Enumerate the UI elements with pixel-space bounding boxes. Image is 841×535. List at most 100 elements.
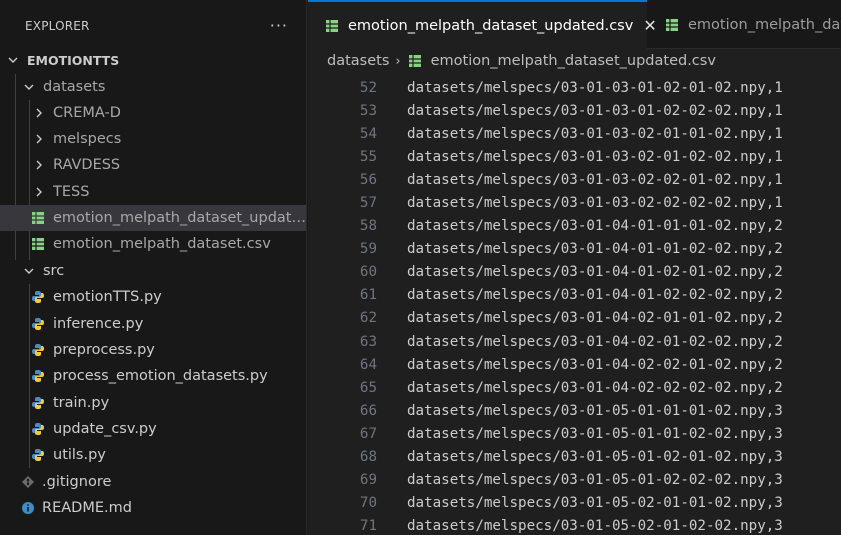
line-number: 56	[359, 171, 377, 188]
line-number: 54	[359, 125, 377, 142]
line-number: 62	[359, 310, 377, 327]
line-text[interactable]: datasets/melspecs/03-01-05-02-01-01-02.n…	[407, 495, 783, 511]
breadcrumb-folder[interactable]: datasets	[327, 53, 389, 69]
tree-file-python[interactable]: inference.py	[0, 311, 306, 337]
line-number: 58	[359, 218, 377, 235]
line-text[interactable]: datasets/melspecs/03-01-04-02-01-01-02.n…	[407, 310, 783, 326]
line-text[interactable]: datasets/melspecs/03-01-03-02-02-02-02.n…	[407, 195, 783, 211]
python-file-icon	[30, 368, 46, 384]
explorer-title: EXPLORER	[25, 19, 90, 33]
tab-emotion-melpath-dataset[interactable]: emotion_melpath_dataset.csv	[648, 0, 841, 49]
tab-label: emotion_melpath_dataset.csv	[688, 16, 841, 33]
tree-file-label: process_emotion_datasets.py	[53, 368, 268, 384]
tree-file-python[interactable]: utils.py	[0, 442, 306, 468]
code-line[interactable]: 60 datasets/melspecs/03-01-04-01-02-01-02…	[308, 261, 841, 284]
line-number: 67	[359, 425, 377, 442]
breadcrumb-file[interactable]: emotion_melpath_dataset_updated.csv	[431, 53, 716, 69]
code-line[interactable]: 70 datasets/melspecs/03-01-05-02-01-01-02…	[308, 492, 841, 515]
chevron-right-icon	[33, 107, 45, 119]
code-line[interactable]: 69 datasets/melspecs/03-01-05-01-02-02-02…	[308, 469, 841, 492]
explorer-sidebar: EXPLORER ··· EMOTIONTTS datasets CREMA-D…	[0, 0, 307, 535]
line-text[interactable]: datasets/melspecs/03-01-05-01-01-01-02.n…	[407, 403, 783, 419]
line-number: 59	[359, 241, 377, 258]
code-line[interactable]: 52 datasets/melspecs/03-01-03-01-02-01-02…	[308, 76, 841, 99]
line-text[interactable]: datasets/melspecs/03-01-03-01-02-01-02.n…	[407, 80, 783, 96]
python-file-icon	[30, 395, 46, 411]
code-line[interactable]: 66 datasets/melspecs/03-01-05-01-01-01-02…	[308, 399, 841, 422]
tree-folder-crema-d[interactable]: CREMA-D	[0, 100, 306, 126]
line-text[interactable]: datasets/melspecs/03-01-03-02-02-01-02.n…	[407, 172, 783, 188]
chevron-down-icon	[23, 265, 35, 277]
line-number: 65	[359, 379, 377, 396]
code-line[interactable]: 53 datasets/melspecs/03-01-03-01-02-02-02…	[308, 99, 841, 122]
tree-file-gitignore[interactable]: .gitignore	[0, 469, 306, 495]
tree-file-readme[interactable]: README.md	[0, 495, 306, 521]
tree-file-python[interactable]: preprocess.py	[0, 337, 306, 363]
breadcrumb-separator: ›	[395, 53, 401, 69]
tree-file-python[interactable]: emotionTTS.py	[0, 284, 306, 310]
line-text[interactable]: datasets/melspecs/03-01-03-02-01-02-02.n…	[407, 149, 783, 165]
code-line[interactable]: 65 datasets/melspecs/03-01-04-02-02-02-02…	[308, 376, 841, 399]
line-text[interactable]: datasets/melspecs/03-01-04-01-01-02-02.n…	[407, 241, 783, 257]
line-text[interactable]: datasets/melspecs/03-01-04-02-02-02-02.n…	[407, 380, 783, 396]
tree-folder-label: melspecs	[53, 131, 122, 147]
breadcrumb: datasets › emotion_melpath_dataset_updat…	[308, 49, 841, 73]
tree-file-python[interactable]: process_emotion_datasets.py	[0, 363, 306, 389]
line-text[interactable]: datasets/melspecs/03-01-05-01-01-02-02.n…	[407, 426, 783, 442]
tree-file-label: train.py	[53, 395, 110, 411]
tree-folder-melspecs[interactable]: melspecs	[0, 126, 306, 152]
tab-emotion-melpath-dataset-updated[interactable]: emotion_melpath_dataset_updated.csv ✕	[308, 0, 657, 49]
line-number: 55	[359, 148, 377, 165]
code-line[interactable]: 54 datasets/melspecs/03-01-03-02-01-01-02…	[308, 122, 841, 145]
line-number: 71	[359, 518, 377, 535]
tree-file-csv-original[interactable]: emotion_melpath_dataset.csv	[0, 231, 306, 257]
csv-file-icon	[664, 17, 680, 33]
code-line[interactable]: 67 datasets/melspecs/03-01-05-01-01-02-02…	[308, 422, 841, 445]
info-icon	[20, 500, 36, 516]
tree-folder-ravdess[interactable]: RAVDESS	[0, 152, 306, 178]
line-text[interactable]: datasets/melspecs/03-01-05-02-01-02-02.n…	[407, 518, 783, 534]
code-line[interactable]: 55 datasets/melspecs/03-01-03-02-01-02-02…	[308, 145, 841, 168]
tree-folder-tess[interactable]: TESS	[0, 179, 306, 205]
csv-file-icon	[407, 53, 423, 69]
line-number: 57	[359, 195, 377, 212]
code-line[interactable]: 62 datasets/melspecs/03-01-04-02-01-01-02…	[308, 307, 841, 330]
line-text[interactable]: datasets/melspecs/03-01-05-01-02-02-02.n…	[407, 472, 783, 488]
code-line[interactable]: 58 datasets/melspecs/03-01-04-01-01-01-02…	[308, 215, 841, 238]
code-line[interactable]: 68 datasets/melspecs/03-01-05-01-02-01-02…	[308, 446, 841, 469]
code-line[interactable]: 61 datasets/melspecs/03-01-04-01-02-02-02…	[308, 284, 841, 307]
tree-file-python[interactable]: update_csv.py	[0, 416, 306, 442]
line-text[interactable]: datasets/melspecs/03-01-04-01-02-02-02.n…	[407, 287, 783, 303]
python-file-icon	[30, 289, 46, 305]
code-line[interactable]: 63 datasets/melspecs/03-01-04-02-01-02-02…	[308, 330, 841, 353]
csv-file-icon	[30, 210, 46, 226]
tree-file-label: update_csv.py	[53, 421, 157, 437]
chevron-down-icon	[7, 54, 19, 66]
python-file-icon	[30, 316, 46, 332]
code-line[interactable]: 71 datasets/melspecs/03-01-05-02-01-02-02…	[308, 515, 841, 535]
tree-file-python[interactable]: train.py	[0, 390, 306, 416]
line-text[interactable]: datasets/melspecs/03-01-04-02-02-01-02.n…	[407, 357, 783, 373]
code-editor[interactable]: 52 datasets/melspecs/03-01-03-01-02-01-02…	[308, 76, 841, 535]
tree-folder-src[interactable]: src	[0, 258, 306, 284]
code-line[interactable]: 59 datasets/melspecs/03-01-04-01-01-02-02…	[308, 238, 841, 261]
explorer-header: EXPLORER ···	[0, 0, 306, 52]
tree-file-csv-updated[interactable]: emotion_melpath_dataset_updated...	[0, 205, 306, 231]
more-actions-icon[interactable]: ···	[270, 18, 288, 34]
python-file-icon	[30, 342, 46, 358]
tree-file-label: emotion_melpath_dataset_updated...	[53, 210, 306, 226]
line-text[interactable]: datasets/melspecs/03-01-04-01-01-01-02.n…	[407, 218, 783, 234]
code-line[interactable]: 57 datasets/melspecs/03-01-03-02-02-02-02…	[308, 191, 841, 214]
tree-file-label: emotionTTS.py	[53, 289, 162, 305]
code-line[interactable]: 56 datasets/melspecs/03-01-03-02-02-01-02…	[308, 168, 841, 191]
line-text[interactable]: datasets/melspecs/03-01-05-01-02-01-02.n…	[407, 449, 783, 465]
code-line[interactable]: 64 datasets/melspecs/03-01-04-02-02-01-02…	[308, 353, 841, 376]
tree-folder-emotiontts[interactable]: EMOTIONTTS	[0, 47, 306, 73]
tree-folder-label: datasets	[43, 79, 106, 95]
line-text[interactable]: datasets/melspecs/03-01-04-01-02-01-02.n…	[407, 264, 783, 280]
tree-folder-label: src	[43, 263, 65, 279]
line-text[interactable]: datasets/melspecs/03-01-03-02-01-01-02.n…	[407, 126, 783, 142]
line-text[interactable]: datasets/melspecs/03-01-03-01-02-02-02.n…	[407, 103, 783, 119]
tree-folder-datasets[interactable]: datasets	[0, 74, 306, 100]
line-text[interactable]: datasets/melspecs/03-01-04-02-01-02-02.n…	[407, 334, 783, 350]
